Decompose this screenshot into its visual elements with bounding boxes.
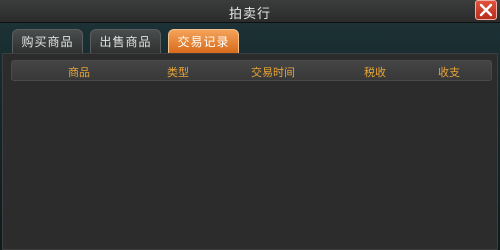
close-icon bbox=[479, 3, 493, 17]
table-header: 商品 类型 交易时间 税收 收支 bbox=[11, 60, 492, 81]
records-panel: 商品 类型 交易时间 税收 收支 bbox=[2, 53, 498, 250]
tab-transaction-records[interactable]: 交易记录 bbox=[168, 29, 239, 53]
tab-buy-items[interactable]: 购买商品 bbox=[12, 29, 83, 53]
tab-sell-items[interactable]: 出售商品 bbox=[90, 29, 161, 53]
column-header-type[interactable]: 类型 bbox=[167, 64, 189, 80]
auction-house-window: 拍卖行 购买商品 出售商品 交易记录 商品 类型 交易时间 税收 收支 bbox=[0, 0, 500, 250]
window-title: 拍卖行 bbox=[228, 7, 271, 22]
close-button[interactable] bbox=[475, 0, 497, 20]
column-header-trade-time[interactable]: 交易时间 bbox=[251, 64, 295, 80]
column-header-item[interactable]: 商品 bbox=[68, 64, 90, 80]
title-bar: 拍卖行 bbox=[0, 0, 500, 23]
column-header-income-expense[interactable]: 收支 bbox=[438, 64, 460, 80]
column-header-tax[interactable]: 税收 bbox=[364, 64, 386, 80]
tab-bar: 购买商品 出售商品 交易记录 bbox=[12, 29, 239, 53]
